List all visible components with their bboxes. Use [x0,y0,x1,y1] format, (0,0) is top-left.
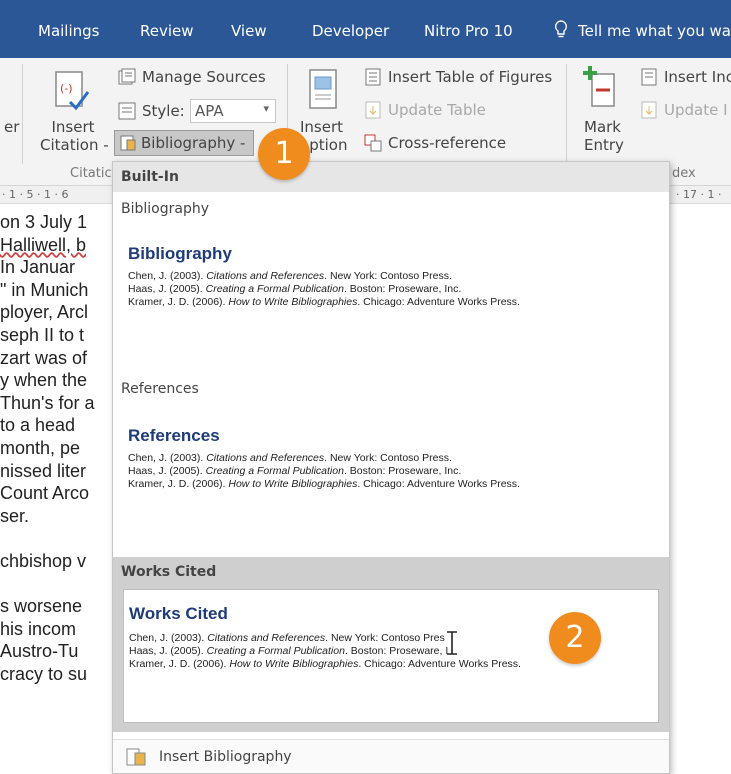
insert-index-icon [641,68,657,86]
citations-group-label: Citatic [70,166,112,181]
mark-entry-label-2: Entry [584,136,624,154]
document-text-line: y when the [0,370,88,391]
cross-reference-button[interactable]: Cross-reference [388,134,506,152]
document-body[interactable]: on 3 July 1 Halliwell, b In Januar " in Mu… [0,204,115,774]
insert-bibliography-label: Insert Bibliography [159,749,292,765]
document-text-line: month, pe [0,438,81,458]
index-group-label: dex [672,166,696,181]
document-text-line: to a head [0,415,76,436]
insert-citation-icon: (-) [55,71,90,111]
document-text-line: ployer, Arcl [0,302,89,323]
ribbon-tab-bar: Mailings Review View Developer Nitro Pro… [0,0,731,58]
bibliography-icon [120,135,136,151]
chevron-down-icon: ▾ [263,103,269,115]
reference-line: Haas, J. (2005). Creating a Formal Publi… [128,283,462,295]
works-cited-section-header: Works Cited [121,564,217,580]
document-text-line: Halliwell, b [0,234,87,255]
reference-line: Chen, J. (2003). Citations and Reference… [128,270,452,282]
tell-me-search[interactable]: Tell me what you wa [578,22,731,40]
update-index-icon [641,101,657,119]
insert-index-button[interactable]: Insert Inc [664,68,731,86]
builtin-header: Built-In [113,162,669,192]
document-text-line: Thun's for a [0,392,95,413]
insert-table-of-figures-button[interactable]: Insert Table of Figures [388,68,552,86]
insert-citation-label-2: Citation - [40,136,109,154]
insert-citation-label-1: Insert [51,118,95,136]
bibliography-button[interactable]: Bibliography - [114,130,254,156]
gallery-item-title: Bibliography [128,244,232,263]
reference-line: Kramer, J. D. (2006). How to Write Bibli… [128,296,520,308]
tab-review[interactable]: Review [140,22,194,40]
references-section-header: References [113,374,669,404]
ruler-right-marks: · 17 · 1 · [676,188,722,201]
style-select[interactable]: APA ▾ [190,99,276,123]
document-text-line: on 3 July 1 [0,212,88,232]
tab-mailings[interactable]: Mailings [38,22,99,40]
document-text-line: zart was of [0,347,88,368]
lightbulb-icon [554,20,568,38]
document-text-line: ser. [0,505,30,526]
document-text-line: In Januar [0,257,76,278]
step-badge-1: 1 [258,128,310,180]
insert-caption-label-1: Insert [300,118,344,136]
tab-nitro-pro[interactable]: Nitro Pro 10 [424,22,513,40]
reference-line: Haas, J. (2005). Creating a Formal Publi… [128,465,462,477]
bibliography-gallery: Built-In Bibliography Bibliography Chen,… [112,161,670,774]
reference-line: Chen, J. (2003). Citations and Reference… [128,452,452,464]
document-text-line: chbishop v [0,551,87,571]
gallery-item-title: References [128,426,220,445]
step-badge-2: 2 [549,612,601,664]
reference-line: Kramer, J. D. (2006). How to Write Bibli… [129,658,521,670]
ruler-left-marks: · 1 · 5 · 1 · 6 [2,188,69,201]
update-index-button[interactable]: Update I [664,101,728,119]
tab-developer[interactable]: Developer [312,22,389,40]
reference-line: Kramer, J. D. (2006). How to Write Bibli… [128,478,520,490]
manage-sources-icon [118,68,136,85]
update-table-button[interactable]: Update Table [388,101,486,119]
table-of-figures-icon [365,68,381,86]
tab-view[interactable]: View [231,22,267,40]
manage-sources-button[interactable]: Manage Sources [142,68,266,86]
document-text-line: nissed liter [0,460,87,481]
mark-entry-label-1: Mark [584,118,621,136]
document-text-line: " in Munich [0,279,89,300]
document-text-line: his incom [0,618,77,639]
style-icon [118,102,136,120]
gallery-item-title: Works Cited [129,604,228,623]
document-text-line: Count Arco [0,483,90,504]
document-text-line: s worsene [0,596,83,617]
reference-line: Chen, J. (2003). Citations and Reference… [129,632,445,644]
style-label: Style: [142,102,185,120]
svg-text:(-): (-) [60,82,73,95]
mark-entry-icon [583,66,615,107]
document-text-line: Austro-Tu [0,641,79,662]
insert-bibliography-icon [126,748,146,766]
mark-entry-button[interactable]: Mark Entry [584,118,630,154]
style-select-value: APA [195,102,224,120]
gallery-item-bibliography[interactable]: Bibliography Chen, J. (2003). Citations … [123,230,659,340]
update-table-icon [365,101,381,119]
gallery-item-references[interactable]: References Chen, J. (2003). Citations an… [123,412,659,522]
reference-line: Haas, J. (2005). Creating a Formal Publi… [129,645,449,657]
ribbon-clipped-label: er [4,118,20,136]
bibliography-button-label: Bibliography - [141,134,246,152]
bibliography-section-header: Bibliography [113,194,669,224]
document-text-line: seph II to t [0,325,85,345]
cross-reference-icon [364,134,382,152]
text-cursor-icon [447,631,457,655]
insert-bibliography-item[interactable]: Insert Bibliography [113,739,669,773]
insert-citation-button[interactable]: Insert Citation - [40,118,109,154]
insert-caption-icon [309,69,337,109]
document-text-line: cracy to su [0,664,88,684]
